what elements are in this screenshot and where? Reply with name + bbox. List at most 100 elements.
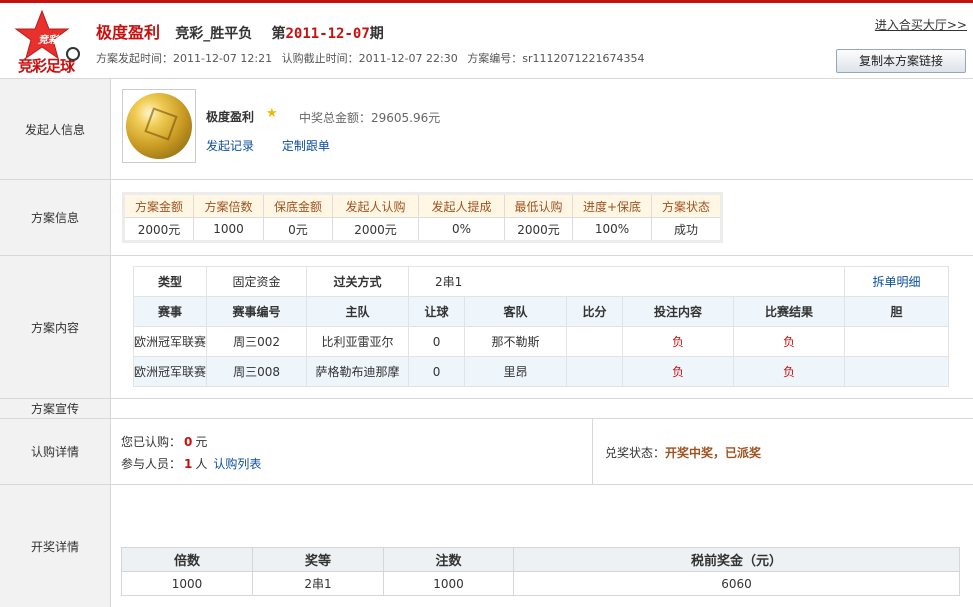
game-type: 竞彩_胜平负 xyxy=(175,26,253,42)
hall-link[interactable]: 进入合买大厅>> xyxy=(875,16,967,33)
column-header: 主队 xyxy=(306,296,410,327)
subscription-list-link[interactable]: 认购列表 xyxy=(213,457,261,471)
column-header: 胆 xyxy=(844,296,950,327)
scheme-meta: 方案发起时间：2011-12-07 12:21 认购截止时间：2011-12-0… xyxy=(96,50,650,66)
award-header: 倍数 xyxy=(121,547,253,572)
info-value-cell: 1000 xyxy=(193,217,264,242)
info-header-cell: 发起人提成 xyxy=(418,193,505,218)
star-rank-icon: ★ xyxy=(266,106,278,121)
table-cell xyxy=(844,356,950,387)
award-value: 1000 xyxy=(121,571,253,596)
info-header-cell: 方案倍数 xyxy=(193,193,264,218)
deadline-time: 认购截止时间：2011-12-07 22:30 xyxy=(281,52,458,65)
award-header: 奖等 xyxy=(252,547,384,572)
info-value-cell: 2000元 xyxy=(332,217,419,242)
column-header: 让球 xyxy=(408,296,466,327)
scheme-info-label: 方案信息 xyxy=(0,180,111,255)
column-header: 赛事编号 xyxy=(206,296,308,327)
issue-date: 2011-12-07 xyxy=(285,26,370,42)
total-prize: 中奖总金额：29605.96元 xyxy=(299,111,441,125)
info-header-cell: 方案金额 xyxy=(123,193,194,218)
jingcai-football-logo: 竞彩 竞彩足球 xyxy=(12,9,84,75)
lottery-section: 开奖详情 倍数 奖等 注数 税前奖金（元） 1000 2串1 1000 6060 xyxy=(0,485,973,607)
table-row: 欧洲冠军联赛 周三002 比利亚雷亚尔 0 那不勒斯 负 负 xyxy=(132,326,950,357)
initiator-links: 发起记录 定制跟单 xyxy=(206,137,354,154)
table-row: 欧洲冠军联赛 周三008 萨格勒布迪那摩 0 里昂 负 负 xyxy=(132,356,950,387)
launch-record-link[interactable]: 发起记录 xyxy=(206,139,254,153)
scheme-name: 极度盈利 xyxy=(96,23,161,42)
award-header: 税前奖金（元） xyxy=(513,547,960,572)
info-value-cell: 100% xyxy=(572,217,652,242)
table-cell: 比利亚雷亚尔 xyxy=(306,326,410,357)
award-table: 倍数 奖等 注数 税前奖金（元） 1000 2串1 1000 6060 xyxy=(121,547,960,596)
scheme-id: 方案编号：sr1112071221674354 xyxy=(467,52,645,65)
scheme-info-section: 方案信息 方案金额 方案倍数 保底金额 发起人认购 发起人提成 最低认购 进度+… xyxy=(0,180,973,256)
table-cell: 欧洲冠军联赛 xyxy=(132,326,208,357)
table-cell: 周三008 xyxy=(206,356,308,387)
initiator-section: 发起人信息 极度盈利 ★ 中奖总金额：29605.96元 发起记录 定制跟单 xyxy=(0,79,973,180)
prize-status-value: 开奖中奖，已派奖 xyxy=(665,446,762,460)
info-value-cell: 2000元 xyxy=(504,217,573,242)
table-cell: 负 xyxy=(733,356,846,387)
launch-time: 方案发起时间：2011-12-07 12:21 xyxy=(96,52,273,65)
gold-ball-image xyxy=(126,93,192,159)
info-header-cell: 最低认购 xyxy=(504,193,573,218)
award-value: 6060 xyxy=(513,571,960,596)
participants: 参与人员： 1 人认购列表 xyxy=(121,457,262,471)
info-value-cell: 0% xyxy=(418,217,505,242)
initiator-name: 极度盈利 xyxy=(206,110,255,124)
award-value: 2串1 xyxy=(252,571,384,596)
type-label: 类型 xyxy=(132,266,208,297)
table-cell: 里昂 xyxy=(464,356,568,387)
logo-bottom-text: 竞彩足球 xyxy=(18,57,75,75)
table-cell: 萨格勒布迪那摩 xyxy=(306,356,410,387)
scheme-info-table: 方案金额 方案倍数 保底金额 发起人认购 发起人提成 最低认购 进度+保底 方案… xyxy=(122,192,723,243)
info-header-cell: 进度+保底 xyxy=(572,193,652,218)
scheme-content-section: 方案内容 类型 固定资金 过关方式 2串1 拆单明细 赛事 赛事编号 主队 让球… xyxy=(0,256,973,399)
info-header-cell: 保底金额 xyxy=(263,193,333,218)
table-cell: 负 xyxy=(622,356,735,387)
table-cell: 负 xyxy=(622,326,735,357)
issue-label: 第2011-12-07期 xyxy=(271,26,384,42)
table-cell xyxy=(844,326,950,357)
column-header: 投注内容 xyxy=(622,296,735,327)
promotion-label: 方案宣传 xyxy=(0,399,111,418)
column-header: 比分 xyxy=(566,296,624,327)
subscribed-amount: 您已认购： 0 元 xyxy=(121,435,208,449)
column-header: 赛事 xyxy=(132,296,208,327)
custom-follow-link[interactable]: 定制跟单 xyxy=(282,139,330,153)
column-header: 比赛结果 xyxy=(733,296,846,327)
table-cell xyxy=(566,356,624,387)
table-cell: 0 xyxy=(408,326,466,357)
avatar[interactable] xyxy=(122,89,196,163)
match-table: 类型 固定资金 过关方式 2串1 拆单明细 赛事 赛事编号 主队 让球 客队 比… xyxy=(132,266,950,387)
subscription-detail: 您已认购： 0 元 参与人员： 1 人认购列表 xyxy=(111,419,593,484)
football-icon xyxy=(66,47,80,61)
award-header: 注数 xyxy=(383,547,514,572)
column-header: 客队 xyxy=(464,296,568,327)
page-title: 极度盈利 竞彩_胜平负 第2011-12-07期 xyxy=(96,19,384,43)
table-cell: 那不勒斯 xyxy=(464,326,568,357)
table-cell xyxy=(566,326,624,357)
split-detail-link[interactable]: 拆单明细 xyxy=(844,266,950,297)
table-cell: 负 xyxy=(733,326,846,357)
prize-status: 兑奖状态：开奖中奖，已派奖 xyxy=(605,446,762,460)
initiator-label: 发起人信息 xyxy=(0,79,111,179)
copy-link-button[interactable]: 复制本方案链接 xyxy=(836,49,966,73)
info-header-cell: 方案状态 xyxy=(651,193,722,218)
status-badge: 成功 xyxy=(651,217,722,242)
table-cell: 0 xyxy=(408,356,466,387)
logo-top-text: 竞彩 xyxy=(38,35,58,46)
table-cell: 欧洲冠军联赛 xyxy=(132,356,208,387)
page-header: 竞彩 竞彩足球 极度盈利 竞彩_胜平负 第2011-12-07期 方案发起时间：… xyxy=(0,3,973,79)
subscription-section: 认购详情 您已认购： 0 元 参与人员： 1 人认购列表 兑奖状态：开奖中奖，已派奖 xyxy=(0,419,973,485)
pass-label: 过关方式 xyxy=(306,266,410,297)
type-value: 固定资金 xyxy=(206,266,308,297)
info-header-cell: 发起人认购 xyxy=(332,193,419,218)
lottery-label: 开奖详情 xyxy=(0,485,111,607)
table-cell: 周三002 xyxy=(206,326,308,357)
promotion-section: 方案宣传 xyxy=(0,399,973,419)
info-value-cell: 2000元 xyxy=(123,217,194,242)
info-value-cell: 0元 xyxy=(263,217,333,242)
pass-value: 2串1 xyxy=(408,266,846,297)
